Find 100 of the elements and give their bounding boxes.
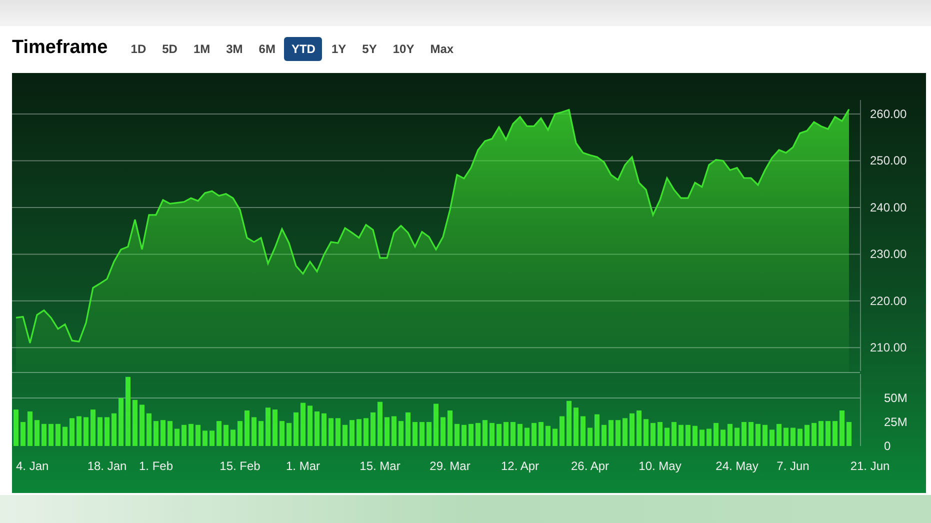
timeframe-tab[interactable]: Max <box>423 36 461 60</box>
axis-label: 21. Jun <box>850 459 890 473</box>
volume-bar <box>440 417 446 446</box>
volume-bar <box>594 414 600 446</box>
volume-bar <box>196 424 200 446</box>
volume-bar <box>412 422 418 446</box>
volume-bar <box>574 408 578 446</box>
volume-bar <box>98 417 102 446</box>
volume-bar <box>658 422 662 446</box>
volume-bar <box>322 413 326 446</box>
volume-bar <box>734 428 740 446</box>
volume-bar <box>636 410 642 446</box>
volume-bar <box>818 421 824 446</box>
axis-label: 18. Jan <box>87 459 127 473</box>
volume-bar <box>490 422 494 446</box>
axis-label: 15. Feb <box>220 459 260 473</box>
timeframe-tab[interactable]: 5D <box>155 36 184 60</box>
timeframe-tab[interactable]: 1D <box>124 36 154 60</box>
axis-label: 4. Jan <box>16 459 49 473</box>
volume-bar <box>496 424 502 446</box>
volume-bar <box>706 428 712 446</box>
volume-bar <box>132 400 138 446</box>
volume-bar <box>518 424 522 446</box>
volume-bar <box>244 410 250 446</box>
volume-bar <box>280 421 284 446</box>
timeframe-tab[interactable]: 6M <box>252 36 282 60</box>
volume-bar <box>118 398 124 446</box>
axis-label: 210.00 <box>870 340 907 355</box>
axis-label: 26. Apr <box>570 459 610 473</box>
volume-bar <box>370 412 376 446</box>
volume-bar <box>510 422 516 446</box>
volume-bar <box>238 421 242 446</box>
volume-bar <box>224 424 228 446</box>
volume-bar <box>84 417 88 446</box>
volume-bar <box>468 424 474 446</box>
timeframe-tab[interactable]: 3M <box>219 36 250 60</box>
volume-bar <box>384 417 390 446</box>
volume-bar <box>146 413 152 446</box>
timeframe-tab[interactable]: 10Y <box>386 36 422 60</box>
volume-bar <box>70 418 74 446</box>
volume-bar <box>538 422 544 446</box>
volume-bar <box>202 430 208 446</box>
volume-bar <box>266 408 270 446</box>
volume-bar <box>210 430 214 446</box>
volume-bar <box>174 428 180 446</box>
volume-bar <box>230 430 236 446</box>
volume-bar <box>476 422 480 446</box>
volume-bar <box>720 430 726 446</box>
volume-bar <box>664 428 670 446</box>
axis-label: 7. Jun <box>776 459 810 473</box>
volume-bar <box>650 422 656 446</box>
volume-bar <box>126 376 130 446</box>
volume-bar <box>252 417 256 446</box>
volume-bar <box>34 420 40 446</box>
axis-label: 12. Apr <box>500 459 540 473</box>
page-title: Timeframe <box>12 36 108 60</box>
volume-bar <box>62 426 68 446</box>
volume-bar <box>90 410 96 446</box>
volume-bar <box>328 418 334 446</box>
volume-bar <box>678 424 684 446</box>
axis-label: 230.00 <box>870 247 907 262</box>
volume-bar <box>804 424 810 446</box>
axis-label: 1. Feb <box>138 459 174 473</box>
volume-bar <box>398 421 404 446</box>
timeframe-tab[interactable]: 5Y <box>355 36 384 60</box>
timeframe-tab[interactable]: 1M <box>186 36 218 60</box>
volume-bar <box>826 421 830 446</box>
axis-label: 25M <box>884 415 908 429</box>
axis-label: 24. May <box>716 459 758 473</box>
volume-bar <box>784 428 788 446</box>
volume-bar <box>552 428 558 446</box>
volume-bar <box>28 411 32 446</box>
timeframe-tab[interactable]: 1Y <box>324 36 354 60</box>
volume-bar <box>286 422 292 446</box>
volume-bar <box>448 410 452 446</box>
volume-bar <box>342 424 348 446</box>
volume-bar <box>182 424 186 446</box>
volume-bar <box>524 428 530 446</box>
volume-bar <box>364 418 368 446</box>
volume-bar <box>776 424 782 446</box>
axis-label: 260.00 <box>870 107 907 122</box>
volume-bar <box>160 420 166 446</box>
volume-bar <box>336 418 340 446</box>
volume-bar <box>462 424 466 446</box>
axis-label: 10. May <box>638 459 682 473</box>
axis-label: 240.00 <box>870 200 907 214</box>
volume-bar <box>112 413 116 446</box>
volume-bar <box>104 417 110 446</box>
volume-bar <box>532 422 536 446</box>
axis-label: 0 <box>884 439 891 453</box>
axis-label: 29. Mar <box>430 459 470 473</box>
volume-bar <box>622 418 628 446</box>
volume-bar <box>258 421 264 446</box>
timeframe-tab[interactable]: YTD <box>284 36 322 60</box>
volume-bar <box>420 422 424 446</box>
volume-bar <box>76 416 82 446</box>
volume-bar <box>546 426 550 446</box>
volume-bar <box>378 402 382 446</box>
volume-bar <box>580 416 586 446</box>
volume-bar <box>350 420 354 446</box>
